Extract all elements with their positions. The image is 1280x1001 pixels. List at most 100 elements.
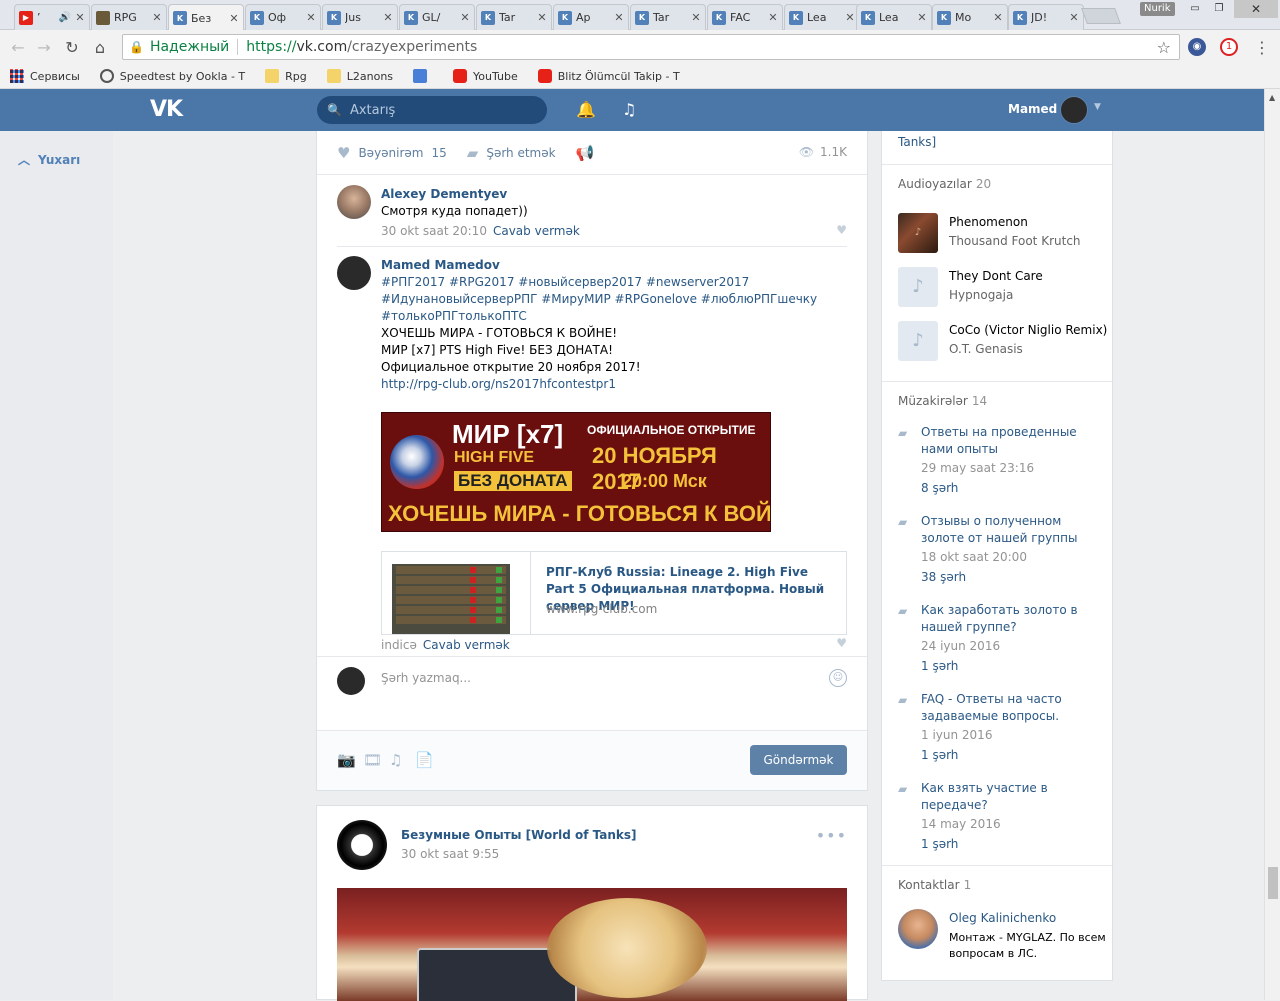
bookmark-translate[interactable] [413,69,433,83]
user-name[interactable]: Mamed [1008,102,1057,116]
audio-item[interactable]: ♪ They Dont Care Hypnogaja [898,267,1108,309]
post-date[interactable]: 30 okt saat 9:55 [401,847,499,861]
comment-date[interactable]: indicə [381,638,417,652]
emoji-icon[interactable]: ☺ [829,669,847,687]
reply-link[interactable]: Cavab vermək [423,638,510,652]
close-icon[interactable]: ✕ [383,11,393,24]
comment-author[interactable]: Alexey Dementyev [381,185,847,203]
discussion-item[interactable]: ▰ Отзывы о полученном золоте от нашей гр… [898,513,1108,587]
close-icon[interactable]: ✕ [229,12,239,25]
browser-tab[interactable]: K Lea ✕ [856,4,932,30]
hashtags[interactable]: #ИдунановыйсерверРПГ #МируМИР #RPGonelov… [381,291,847,308]
bookmark-l2anons[interactable]: L2anons [326,69,393,83]
comment-button[interactable]: ▰ Şərh etmək [467,144,556,162]
audio-header[interactable]: Audioyazılar 20 [898,177,991,191]
close-icon[interactable]: ✕ [917,11,927,24]
bookmark-rpg[interactable]: Rpg [265,69,307,83]
home-icon[interactable]: ⌂ [90,38,110,57]
discussion-item[interactable]: ▰ FAQ - Ответы на часто задаваемые вопро… [898,691,1108,765]
discussion-item[interactable]: ▰ Как заработать золото в нашей группе? … [898,602,1108,676]
post-author[interactable]: Безумные Опыты [World of Tanks] [401,828,637,842]
audio-item[interactable]: ♪ CoCo (Victor Niglio Remix) O.T. Genasi… [898,321,1108,363]
group-link[interactable]: Tanks] [898,135,936,149]
share-button[interactable]: 📢 [576,144,603,162]
reload-icon[interactable]: ↻ [62,38,82,57]
address-bar[interactable]: 🔒 Надежный https://vk.com/crazyexperimen… [122,34,1180,60]
reply-link[interactable]: Cavab vermək [493,224,580,238]
browser-tab[interactable]: K GL/✕ [399,4,475,30]
video-icon[interactable]: 🎞 [363,751,382,769]
contact-name[interactable]: Oleg Kalinichenko [949,911,1056,925]
browser-tab[interactable]: K Mo ✕ [932,4,1008,30]
window-close-icon[interactable]: ✕ [1234,0,1278,18]
new-tab-button[interactable] [1081,8,1121,24]
forward-icon[interactable]: → [34,38,54,57]
audio-item[interactable]: ♪ Phenomenon Thousand Foot Krutch [898,213,1108,255]
close-icon[interactable]: ✕ [768,11,778,24]
more-icon[interactable]: ••• [816,826,847,845]
scrollbar-thumb[interactable] [1268,867,1278,899]
page-scrollbar[interactable]: ▲ [1264,89,1280,1000]
browser-tab[interactable]: RPG ✕ [91,4,167,30]
close-icon[interactable]: ✕ [614,11,624,24]
comment-link[interactable]: http://rpg-club.org/ns2017hfcontestpr1 [381,376,847,393]
avatar[interactable] [337,820,387,870]
search-box[interactable]: 🔍 [317,96,547,124]
discussions-header[interactable]: Müzakirələr 14 [898,394,987,408]
close-icon[interactable]: ✕ [537,11,547,24]
browser-tab[interactable]: K Lea ✕ [784,4,860,30]
browser-tab[interactable]: K Ар ✕ [553,4,629,30]
avatar[interactable] [337,256,371,290]
camera-icon[interactable]: 📷 [337,751,356,769]
bookmark-blitz[interactable]: Blitz Ölümcül Takip - T [537,69,680,83]
album-cover[interactable]: ♪ [898,213,938,253]
close-icon[interactable]: ✕ [845,11,855,24]
browser-tab-active[interactable]: K Без ✕ [168,4,244,31]
browser-tab[interactable]: K Tar ✕ [476,4,552,30]
profile-chip[interactable]: Nurik [1140,2,1175,16]
music-icon[interactable]: ♫ [389,751,402,769]
link-card[interactable]: РПГ-Клуб Russia: Lineage 2. High Five Pa… [381,551,847,635]
menu-dots-icon[interactable]: ⋮ [1252,38,1272,57]
post-image[interactable] [337,888,847,1001]
close-icon[interactable]: ✕ [75,11,85,24]
heart-icon[interactable]: ♥ [836,636,847,650]
opera-extension-icon[interactable]: 1 [1220,38,1238,56]
music-note-icon[interactable]: ♪ [898,267,938,307]
close-icon[interactable]: ✕ [460,11,470,24]
comment-date[interactable]: 30 okt saat 20:10 [381,224,487,238]
vk-logo[interactable]: VK [150,97,183,122]
chevron-down-icon[interactable]: ▼ [1094,102,1101,112]
avatar[interactable] [1060,96,1088,124]
discussion-item[interactable]: ▰ Как взять участие в передаче? 14 may 2… [898,780,1108,854]
avatar[interactable] [337,185,371,219]
browser-tab[interactable]: K Tar ✕ [630,4,706,30]
contacts-header[interactable]: Kontaktlar 1 [898,878,971,892]
discussion-item[interactable]: ▰ Ответы на проведенные нами опыты 29 ma… [898,424,1108,498]
close-icon[interactable]: ✕ [1069,11,1079,24]
music-icon[interactable]: ♫ [622,100,636,119]
avatar[interactable] [898,909,938,949]
browser-tab[interactable]: ▶’ 🔊 ✕ [14,4,90,30]
back-icon[interactable]: ← [8,38,28,57]
search-input[interactable] [349,102,530,118]
hashtags[interactable]: #толькоРПГтолькоПТС [381,308,847,325]
browser-tab[interactable]: K Jus ✕ [322,4,398,30]
browser-tab[interactable]: K JD! ✕ [1008,4,1084,30]
close-icon[interactable]: ✕ [152,11,162,24]
promo-banner[interactable]: МИР [x7] HIGH FIVE БЕЗ ДОНАТА ОФИЦИАЛЬНО… [381,412,771,532]
bookmark-star-icon[interactable]: ☆ [1157,38,1171,57]
comment-author[interactable]: Mamed Mamedov [381,256,847,274]
close-icon[interactable]: ✕ [691,11,701,24]
scroll-up-button[interactable]: ︿ Yuxarı [18,151,80,168]
minimize-icon[interactable]: ▭ [1184,2,1206,16]
bell-icon[interactable]: 🔔 [576,100,596,119]
heart-icon[interactable]: ♥ [836,223,847,237]
bookmark-speedtest[interactable]: Speedtest by Ookla - T [99,69,245,83]
hashtags[interactable]: #РПГ2017 #RPG2017 #новыйсервер2017 #news… [381,274,847,291]
restore-icon[interactable]: ❐ [1208,2,1230,16]
browser-tab[interactable]: K FAC ✕ [707,4,783,30]
document-icon[interactable]: 📄 [415,751,434,769]
like-button[interactable]: ♥ Bəyənirəm 15 [337,144,447,162]
extension-icon[interactable]: ◉ [1188,38,1206,56]
